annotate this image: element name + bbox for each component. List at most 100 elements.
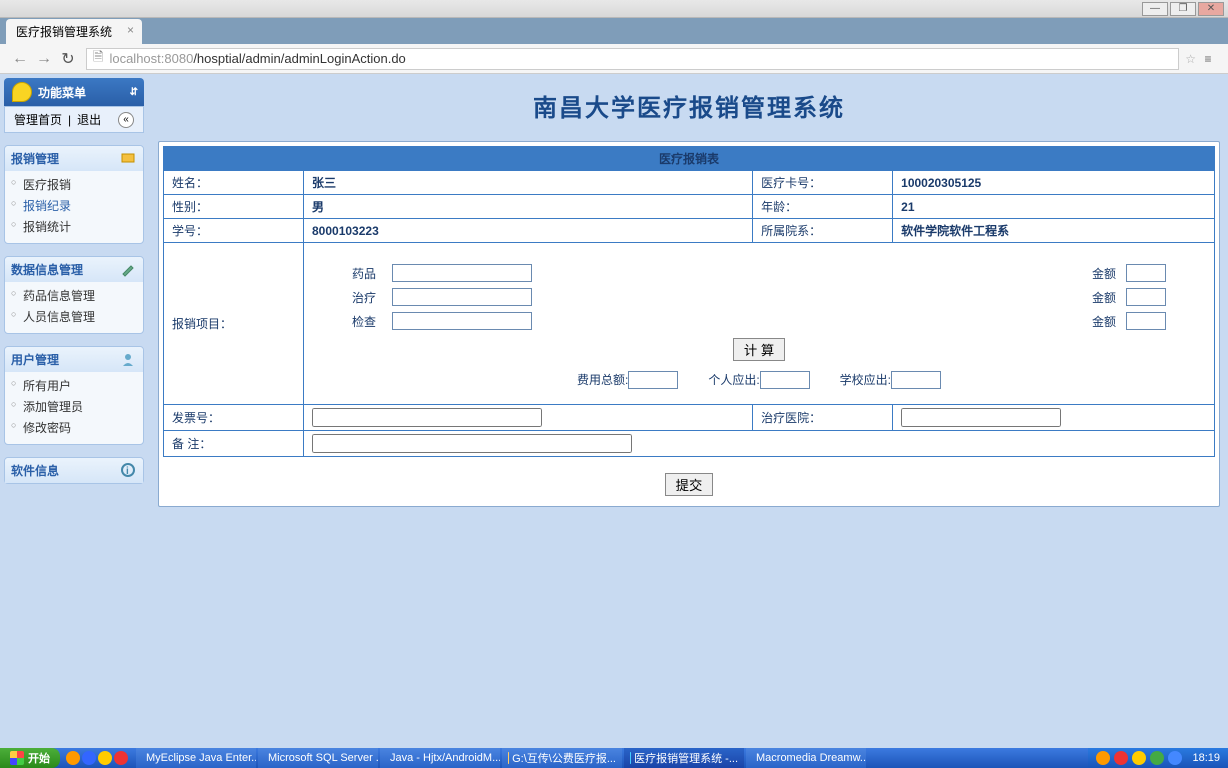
panel-head[interactable]: 软件信息 i — [5, 458, 143, 483]
panel-data: 数据信息管理 药品信息管理 人员信息管理 — [4, 256, 144, 334]
reload-button[interactable]: ↻ — [56, 47, 80, 71]
url-host: localhost — [109, 51, 160, 66]
sidebar-nav: 管理首页 | 退出 « — [4, 106, 144, 133]
user-icon — [121, 352, 137, 368]
panel-head[interactable]: 报销管理 — [5, 146, 143, 171]
input-personal[interactable] — [760, 371, 810, 389]
tray-icon[interactable] — [1132, 751, 1146, 765]
address-bar[interactable]: 🗎 localhost:8080/hosptial/admin/adminLog… — [86, 48, 1179, 70]
task-item[interactable]: Macromedia Dreamw... — [746, 748, 866, 768]
panel-head[interactable]: 数据信息管理 — [5, 257, 143, 282]
label-remark: 备 注： — [164, 431, 304, 457]
sidebar-item-all-users[interactable]: 所有用户 — [13, 375, 135, 396]
sidebar-item-record[interactable]: 报销纪录 — [13, 195, 135, 216]
quick-launch — [66, 751, 128, 765]
page-icon: 🗎 — [93, 48, 103, 70]
tray-icon[interactable] — [1096, 751, 1110, 765]
ql-icon[interactable] — [98, 751, 112, 765]
input-drug[interactable] — [392, 264, 532, 282]
submit-button[interactable]: 提交 — [665, 473, 714, 496]
close-tab-icon[interactable]: × — [127, 23, 134, 37]
label-amount: 金额 — [1092, 289, 1116, 306]
panel-head[interactable]: 用户管理 — [5, 347, 143, 372]
ql-icon[interactable] — [114, 751, 128, 765]
label-treat: 治疗 — [352, 289, 382, 306]
tray-icon[interactable] — [1114, 751, 1128, 765]
input-invoice[interactable] — [312, 408, 542, 427]
form-container: 医疗报销表 姓名： 张三 医疗卡号： 100020305125 性别： 男 年龄… — [158, 141, 1220, 507]
label-card: 医疗卡号： — [753, 171, 893, 195]
form-table: 医疗报销表 姓名： 张三 医疗卡号： 100020305125 性别： 男 年龄… — [163, 146, 1215, 457]
browser-menu-icon[interactable]: ≡ — [1196, 52, 1220, 66]
sidebar-item-add-admin[interactable]: 添加管理员 — [13, 396, 135, 417]
input-treat[interactable] — [392, 288, 532, 306]
minimize-button[interactable]: — — [1142, 2, 1168, 16]
label-age: 年龄： — [753, 195, 893, 219]
sidebar-item-drug-info[interactable]: 药品信息管理 — [13, 285, 135, 306]
input-hospital[interactable] — [901, 408, 1061, 427]
label-project: 报销项目： — [164, 243, 304, 405]
sidebar-item-change-pwd[interactable]: 修改密码 — [13, 417, 135, 438]
panel-reimburse: 报销管理 医疗报销 报销纪录 报销统计 — [4, 145, 144, 244]
info-icon: i — [121, 463, 137, 479]
calculate-button[interactable]: 计 算 — [733, 338, 785, 361]
sidebar-item-person-info[interactable]: 人员信息管理 — [13, 306, 135, 327]
form-title: 医疗报销表 — [164, 147, 1215, 171]
nav-exit[interactable]: 退出 — [77, 111, 101, 128]
label-dept: 所属院系： — [753, 219, 893, 243]
page-title: 南昌大学医疗报销管理系统 — [158, 78, 1220, 141]
clock[interactable]: 18:19 — [1192, 752, 1220, 764]
input-check-amount[interactable] — [1126, 312, 1166, 330]
value-sid: 8000103223 — [304, 219, 753, 243]
label-name: 姓名： — [164, 171, 304, 195]
ql-icon[interactable] — [82, 751, 96, 765]
url-path: /hosptial/admin/adminLoginAction.do — [193, 51, 405, 66]
page-body: 功能菜单 ⇵ 管理首页 | 退出 « 报销管理 医疗报销 报销纪录 报销统计 数… — [0, 74, 1228, 748]
collapse-icon[interactable]: ⇵ — [130, 87, 138, 98]
browser-tab[interactable]: 医疗报销管理系统 × — [6, 19, 142, 44]
input-total[interactable] — [628, 371, 678, 389]
windows-icon — [10, 751, 24, 765]
maximize-button[interactable]: ❐ — [1170, 2, 1196, 16]
label-hospital: 治疗医院： — [753, 405, 893, 431]
input-remark[interactable] — [312, 434, 632, 453]
taskbar: 开始 MyEclipse Java Enter... Microsoft SQL… — [0, 748, 1228, 768]
ql-icon[interactable] — [66, 751, 80, 765]
bookmark-icon[interactable]: ☆ — [1185, 52, 1196, 66]
label-school: 学校应出: — [840, 373, 891, 387]
tab-title: 医疗报销管理系统 — [16, 25, 112, 39]
input-treat-amount[interactable] — [1126, 288, 1166, 306]
sidebar-item-stats[interactable]: 报销统计 — [13, 216, 135, 237]
input-school[interactable] — [891, 371, 941, 389]
sidebar-header: 功能菜单 ⇵ — [4, 78, 144, 106]
close-button[interactable]: ✕ — [1198, 2, 1224, 16]
task-item[interactable]: Java - Hjtx/AndroidM... — [380, 748, 500, 768]
input-check[interactable] — [392, 312, 532, 330]
start-button[interactable]: 开始 — [0, 748, 60, 768]
value-card: 100020305125 — [893, 171, 1215, 195]
sidebar-item-reimburse[interactable]: 医疗报销 — [13, 174, 135, 195]
browser-toolbar: ← → ↻ 🗎 localhost:8080/hosptial/admin/ad… — [0, 44, 1228, 74]
input-drug-amount[interactable] — [1126, 264, 1166, 282]
tray-icon[interactable] — [1150, 751, 1164, 765]
task-item[interactable]: MyEclipse Java Enter... — [136, 748, 256, 768]
back-button[interactable]: ← — [8, 47, 32, 71]
tray-icon[interactable] — [1168, 751, 1182, 765]
label-personal: 个人应出: — [708, 373, 759, 387]
system-tray: 18:19 — [1088, 748, 1228, 768]
value-name: 张三 — [304, 171, 753, 195]
label-gender: 性别： — [164, 195, 304, 219]
browser-tab-strip: 医疗报销管理系统 × — [0, 18, 1228, 44]
nav-home[interactable]: 管理首页 — [14, 111, 62, 128]
task-item-active[interactable]: 医疗报销管理系统 -... — [624, 748, 744, 768]
label-total: 费用总额: — [577, 373, 628, 387]
task-item[interactable]: Microsoft SQL Server ... — [258, 748, 378, 768]
forward-button[interactable]: → — [32, 47, 56, 71]
task-item[interactable]: G:\互传\公费医疗报... — [502, 748, 622, 768]
label-drug: 药品 — [352, 265, 382, 282]
label-sid: 学号： — [164, 219, 304, 243]
collapse-sidebar-button[interactable]: « — [118, 112, 134, 128]
value-age: 21 — [893, 195, 1215, 219]
edit-icon — [121, 262, 137, 278]
value-gender: 男 — [304, 195, 753, 219]
